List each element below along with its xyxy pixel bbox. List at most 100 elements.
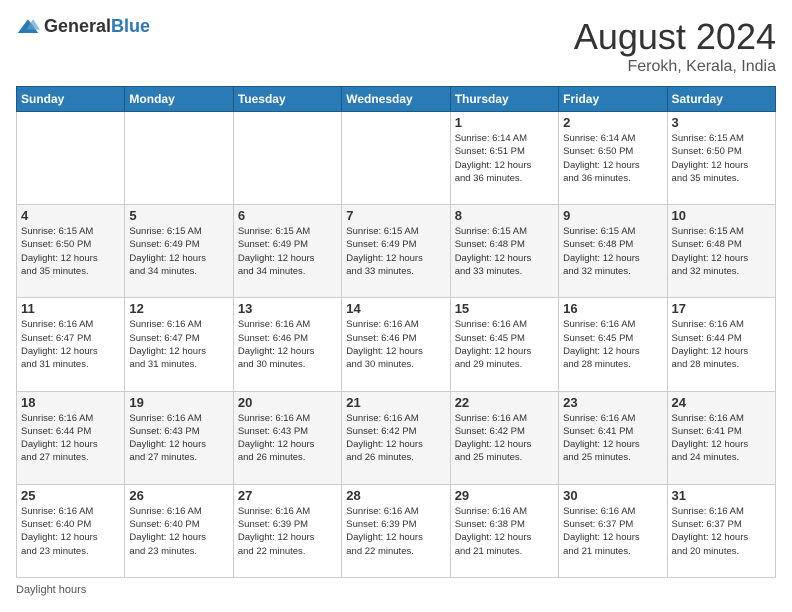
day-number: 11	[21, 301, 120, 316]
calendar-header-wednesday: Wednesday	[342, 87, 450, 112]
calendar-cell: 31Sunrise: 6:16 AM Sunset: 6:37 PM Dayli…	[667, 484, 775, 577]
day-number: 17	[672, 301, 771, 316]
day-number: 22	[455, 395, 554, 410]
calendar-cell: 24 Sunrise: 6:16 AM Sunset: 6:41 PM Dayli…	[667, 391, 775, 484]
day-number: 27	[238, 488, 337, 503]
calendar-cell: 15 Sunrise: 6:16 AM Sunset: 6:45 PM Dayli…	[450, 298, 558, 391]
day-number: 12	[129, 301, 228, 316]
day-info: Sunrise: 6:16 AM Sunset: 6:45 PM Dayligh…	[455, 318, 554, 371]
page: GeneralBlue August 2024 Ferokh, Kerala, …	[0, 0, 792, 612]
day-number: 7	[346, 208, 445, 223]
calendar-cell: 17 Sunrise: 6:16 AM Sunset: 6:44 PM Dayli…	[667, 298, 775, 391]
calendar-week-row: 11 Sunrise: 6:16 AM Sunset: 6:47 PM Dayli…	[17, 298, 776, 391]
calendar-cell: 2 Sunrise: 6:14 AM Sunset: 6:50 PM Daylig…	[559, 112, 667, 205]
calendar-week-row: 4Sunrise: 6:15 AM Sunset: 6:50 PM Daylig…	[17, 205, 776, 298]
day-number: 25	[21, 488, 120, 503]
day-info: Sunrise: 6:16 AM Sunset: 6:42 PM Dayligh…	[455, 412, 554, 465]
calendar-cell: 7 Sunrise: 6:15 AM Sunset: 6:49 PM Daylig…	[342, 205, 450, 298]
day-number: 5	[129, 208, 228, 223]
calendar-header-monday: Monday	[125, 87, 233, 112]
day-info: Sunrise: 6:15 AM Sunset: 6:49 PM Dayligh…	[346, 225, 445, 278]
day-number: 4	[21, 208, 120, 223]
day-info: Sunrise: 6:16 AM Sunset: 6:47 PM Dayligh…	[129, 318, 228, 371]
calendar-cell: 13 Sunrise: 6:16 AM Sunset: 6:46 PM Dayli…	[233, 298, 341, 391]
day-info: Sunrise: 6:16 AM Sunset: 6:44 PM Dayligh…	[21, 412, 120, 465]
month-year-title: August 2024	[574, 16, 776, 58]
calendar-cell: 20 Sunrise: 6:16 AM Sunset: 6:43 PM Dayli…	[233, 391, 341, 484]
day-info: Sunrise: 6:16 AM Sunset: 6:42 PM Dayligh…	[346, 412, 445, 465]
calendar-header-saturday: Saturday	[667, 87, 775, 112]
calendar-header-tuesday: Tuesday	[233, 87, 341, 112]
day-number: 23	[563, 395, 662, 410]
day-number: 18	[21, 395, 120, 410]
day-info: Sunrise: 6:16 AM Sunset: 6:37 PM Dayligh…	[563, 505, 662, 558]
day-info: Sunrise: 6:15 AM Sunset: 6:48 PM Dayligh…	[455, 225, 554, 278]
day-info: Sunrise: 6:16 AM Sunset: 6:38 PM Dayligh…	[455, 505, 554, 558]
calendar-cell: 28 Sunrise: 6:16 AM Sunset: 6:39 PM Dayli…	[342, 484, 450, 577]
day-info: Sunrise: 6:16 AM Sunset: 6:39 PM Dayligh…	[346, 505, 445, 558]
calendar-table: SundayMondayTuesdayWednesdayThursdayFrid…	[16, 86, 776, 578]
calendar-cell: 3Sunrise: 6:15 AM Sunset: 6:50 PM Daylig…	[667, 112, 775, 205]
calendar-cell: 21 Sunrise: 6:16 AM Sunset: 6:42 PM Dayli…	[342, 391, 450, 484]
day-number: 24	[672, 395, 771, 410]
calendar-cell: 25 Sunrise: 6:16 AM Sunset: 6:40 PM Dayli…	[17, 484, 125, 577]
footer: Daylight hours	[16, 584, 776, 596]
day-info: Sunrise: 6:16 AM Sunset: 6:44 PM Dayligh…	[672, 318, 771, 371]
day-info: Sunrise: 6:16 AM Sunset: 6:43 PM Dayligh…	[238, 412, 337, 465]
calendar-cell: 18 Sunrise: 6:16 AM Sunset: 6:44 PM Dayli…	[17, 391, 125, 484]
day-info: Sunrise: 6:16 AM Sunset: 6:41 PM Dayligh…	[672, 412, 771, 465]
day-info: Sunrise: 6:14 AM Sunset: 6:51 PM Dayligh…	[455, 132, 554, 185]
logo-icon	[16, 17, 40, 37]
calendar-cell: 5 Sunrise: 6:15 AM Sunset: 6:49 PM Daylig…	[125, 205, 233, 298]
daylight-label: Daylight hours	[16, 584, 86, 596]
day-number: 28	[346, 488, 445, 503]
calendar-cell	[342, 112, 450, 205]
day-number: 13	[238, 301, 337, 316]
calendar-cell: 27 Sunrise: 6:16 AM Sunset: 6:39 PM Dayli…	[233, 484, 341, 577]
day-number: 9	[563, 208, 662, 223]
calendar-cell: 14Sunrise: 6:16 AM Sunset: 6:46 PM Dayli…	[342, 298, 450, 391]
day-number: 21	[346, 395, 445, 410]
calendar-cell: 11Sunrise: 6:16 AM Sunset: 6:47 PM Dayli…	[17, 298, 125, 391]
day-info: Sunrise: 6:15 AM Sunset: 6:50 PM Dayligh…	[672, 132, 771, 185]
calendar-cell: 10 Sunrise: 6:15 AM Sunset: 6:48 PM Dayli…	[667, 205, 775, 298]
day-info: Sunrise: 6:15 AM Sunset: 6:49 PM Dayligh…	[129, 225, 228, 278]
calendar-week-row: 18 Sunrise: 6:16 AM Sunset: 6:44 PM Dayli…	[17, 391, 776, 484]
calendar-cell: 30 Sunrise: 6:16 AM Sunset: 6:37 PM Dayli…	[559, 484, 667, 577]
day-number: 6	[238, 208, 337, 223]
logo-blue: Blue	[111, 16, 150, 36]
day-number: 20	[238, 395, 337, 410]
day-info: Sunrise: 6:15 AM Sunset: 6:48 PM Dayligh…	[672, 225, 771, 278]
calendar-cell: 12 Sunrise: 6:16 AM Sunset: 6:47 PM Dayli…	[125, 298, 233, 391]
calendar-cell	[125, 112, 233, 205]
day-number: 29	[455, 488, 554, 503]
calendar-week-row: 25 Sunrise: 6:16 AM Sunset: 6:40 PM Dayli…	[17, 484, 776, 577]
day-info: Sunrise: 6:16 AM Sunset: 6:40 PM Dayligh…	[129, 505, 228, 558]
calendar-cell: 29 Sunrise: 6:16 AM Sunset: 6:38 PM Dayli…	[450, 484, 558, 577]
day-info: Sunrise: 6:16 AM Sunset: 6:46 PM Dayligh…	[238, 318, 337, 371]
logo-general: General	[44, 16, 111, 36]
day-info: Sunrise: 6:15 AM Sunset: 6:49 PM Dayligh…	[238, 225, 337, 278]
calendar-cell: 8 Sunrise: 6:15 AM Sunset: 6:48 PM Daylig…	[450, 205, 558, 298]
day-number: 2	[563, 115, 662, 130]
day-info: Sunrise: 6:16 AM Sunset: 6:43 PM Dayligh…	[129, 412, 228, 465]
calendar-cell: 19Sunrise: 6:16 AM Sunset: 6:43 PM Dayli…	[125, 391, 233, 484]
day-number: 30	[563, 488, 662, 503]
day-info: Sunrise: 6:16 AM Sunset: 6:40 PM Dayligh…	[21, 505, 120, 558]
calendar-cell: 16Sunrise: 6:16 AM Sunset: 6:45 PM Dayli…	[559, 298, 667, 391]
logo: GeneralBlue	[16, 16, 150, 37]
day-info: Sunrise: 6:14 AM Sunset: 6:50 PM Dayligh…	[563, 132, 662, 185]
title-block: August 2024 Ferokh, Kerala, India	[574, 16, 776, 76]
calendar-cell: 22 Sunrise: 6:16 AM Sunset: 6:42 PM Dayli…	[450, 391, 558, 484]
day-info: Sunrise: 6:16 AM Sunset: 6:41 PM Dayligh…	[563, 412, 662, 465]
calendar-cell: 1Sunrise: 6:14 AM Sunset: 6:51 PM Daylig…	[450, 112, 558, 205]
day-number: 8	[455, 208, 554, 223]
day-number: 16	[563, 301, 662, 316]
calendar-header-thursday: Thursday	[450, 87, 558, 112]
calendar-cell: 6 Sunrise: 6:15 AM Sunset: 6:49 PM Daylig…	[233, 205, 341, 298]
day-number: 15	[455, 301, 554, 316]
day-number: 10	[672, 208, 771, 223]
day-info: Sunrise: 6:16 AM Sunset: 6:39 PM Dayligh…	[238, 505, 337, 558]
calendar-cell: 9Sunrise: 6:15 AM Sunset: 6:48 PM Daylig…	[559, 205, 667, 298]
calendar-header-sunday: Sunday	[17, 87, 125, 112]
